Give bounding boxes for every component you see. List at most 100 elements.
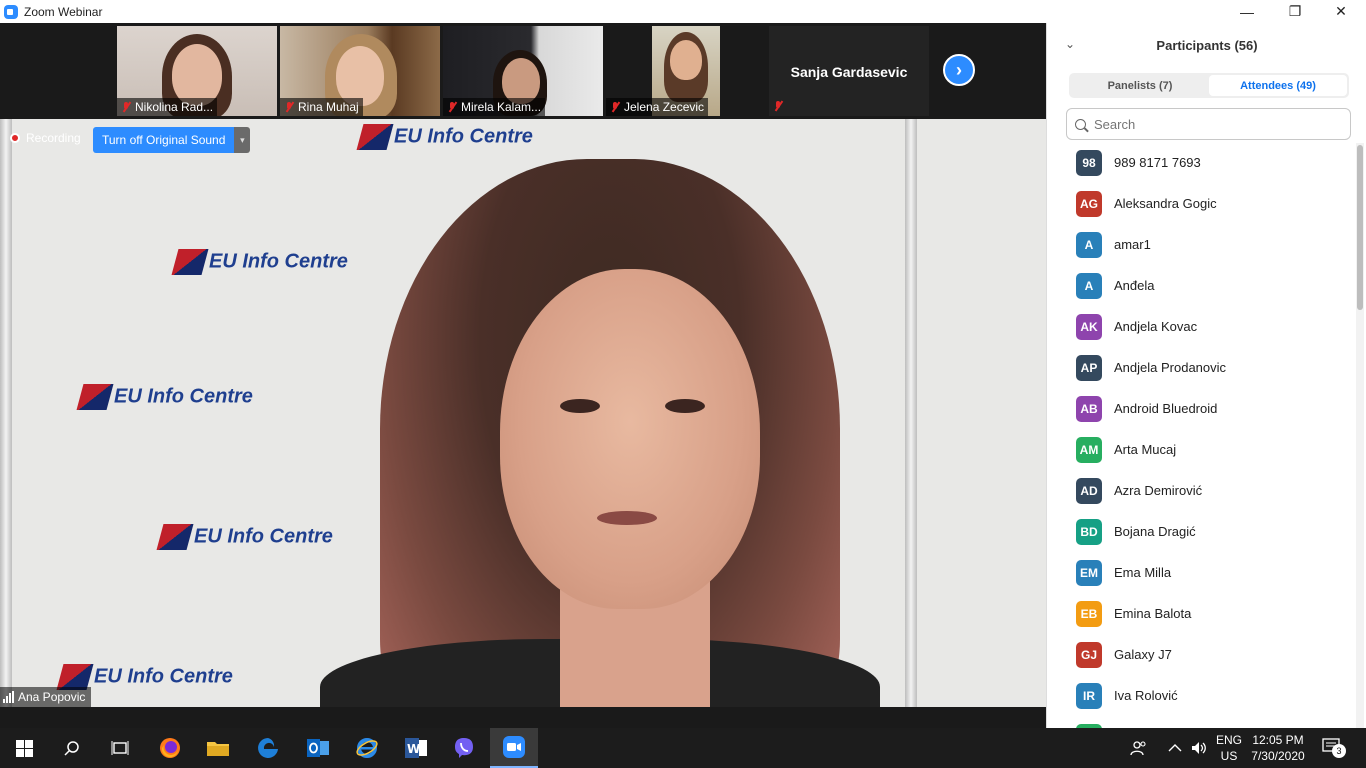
participant-tabs: Panelists (7) Attendees (49)	[1069, 73, 1349, 98]
participant-list-item[interactable]: GJ Galaxy J7	[1047, 634, 1357, 675]
volume-button[interactable]	[1190, 728, 1208, 768]
file-explorer-taskbar-button[interactable]	[194, 728, 242, 768]
participant-name: Emina Balota	[1114, 606, 1192, 621]
participants-panel: ⌄ Participants (56) Panelists (7) Attend…	[1046, 23, 1366, 728]
edge-icon	[258, 738, 278, 758]
participant-name: Aleksandra Gogic	[1114, 196, 1217, 211]
muted-mic-icon	[447, 101, 457, 113]
participant-list-item[interactable]: A Anđela	[1047, 265, 1357, 306]
participant-list-item[interactable]: Aamar1	[1047, 224, 1357, 265]
participant-avatar: GJ	[1076, 641, 1102, 668]
firefox-taskbar-button[interactable]	[146, 728, 194, 768]
caret-down-icon: ▾	[240, 134, 245, 145]
participant-name: Nikolina Rad...	[135, 100, 214, 114]
video-thumbnail[interactable]: Jelena Zecevic	[606, 26, 766, 116]
zoom-taskbar-button[interactable]	[490, 728, 538, 768]
participant-name: 989 8171 7693	[1114, 155, 1201, 170]
zoom-logo-icon	[4, 4, 18, 19]
window-controls: — ❐ ✕	[1046, 0, 1366, 23]
word-icon: W	[405, 738, 427, 758]
firefox-icon	[160, 738, 180, 758]
thumbnail-label: Rina Muhaj	[280, 98, 363, 116]
participant-list-item[interactable]: EM Ema Milla	[1047, 552, 1357, 593]
speaker-volume-icon	[1192, 742, 1206, 754]
windows-taskbar: W ENG US 12:05 PM 7/30/2020 3	[0, 728, 1366, 768]
original-sound-dropdown-button[interactable]: ▾	[234, 127, 251, 153]
start-button[interactable]	[0, 728, 48, 768]
participant-list-item[interactable]: EB Emina Balota	[1047, 593, 1357, 634]
participant-list-item[interactable]: AK Andjela Kovac	[1047, 306, 1357, 347]
scrollbar-thumb[interactable]	[1357, 145, 1363, 310]
participant-name: Rina Muhaj	[298, 100, 359, 114]
close-button[interactable]: ✕	[1318, 0, 1364, 23]
next-page-button[interactable]: ›	[943, 54, 975, 86]
minimize-button[interactable]: —	[1224, 0, 1270, 23]
original-sound-control: Turn off Original Sound ▾	[93, 127, 251, 153]
speaker-eye	[665, 399, 705, 413]
outlook-taskbar-button[interactable]	[294, 728, 342, 768]
video-thumbnail[interactable]: Nikolina Rad...	[117, 26, 277, 116]
participant-list-item[interactable]: AP Andjela Prodanovic	[1047, 347, 1357, 388]
video-thumbnail[interactable]: Rina Muhaj	[280, 26, 440, 116]
people-button[interactable]	[1130, 728, 1148, 768]
participant-list-item[interactable]	[1047, 716, 1357, 728]
collapse-panel-icon[interactable]: ⌄	[1065, 37, 1075, 51]
system-clock[interactable]: 12:05 PM 7/30/2020	[1244, 732, 1312, 764]
participant-list-item[interactable]: AD Azra Demirović	[1047, 470, 1357, 511]
participant-avatar: AB	[1076, 395, 1102, 422]
speaker-face	[500, 269, 760, 609]
turn-off-original-sound-button[interactable]: Turn off Original Sound	[93, 127, 235, 153]
clock-date: 7/30/2020	[1251, 749, 1305, 763]
viber-icon	[455, 738, 473, 758]
svg-text:W: W	[407, 742, 420, 756]
participant-list-item[interactable]: 98 989 8171 7693	[1047, 142, 1357, 183]
participant-search	[1066, 108, 1351, 140]
participant-avatar: 98	[1076, 149, 1102, 176]
zoom-icon	[503, 736, 525, 758]
backdrop-logo: EU Info Centre	[76, 384, 253, 410]
name-only-tile[interactable]: Sanja Gardasevic	[769, 26, 929, 116]
action-center-button[interactable]: 3	[1322, 738, 1346, 758]
video-thumbnail[interactable]: Mirela Kalam...	[443, 26, 603, 116]
windows-logo-icon	[15, 739, 33, 757]
participant-list-item[interactable]: AB Android Bluedroid	[1047, 388, 1357, 429]
clock-time: 12:05 PM	[1252, 733, 1304, 747]
chevron-right-icon: ›	[956, 59, 962, 80]
maximize-button[interactable]: ❐	[1272, 0, 1318, 23]
participant-name: Andjela Kovac	[1114, 319, 1198, 334]
backdrop-logo: EU Info Centre	[171, 249, 348, 275]
participant-avatar: A	[1076, 231, 1102, 258]
participant-avatar: AM	[1076, 436, 1102, 463]
internet-explorer-icon	[356, 738, 378, 758]
participant-name: Mirela Kalam...	[461, 100, 542, 114]
input-language-indicator[interactable]: ENG US	[1214, 732, 1244, 764]
recording-indicator: Recording	[10, 131, 81, 145]
recording-dot-icon	[10, 133, 20, 143]
active-speaker-video: EU Info Centre EU Info Centre EU Info Ce…	[0, 119, 1046, 707]
title-bar: Zoom Webinar	[0, 0, 1046, 23]
search-taskbar-button[interactable]	[48, 728, 96, 768]
participant-name: Azra Demirović	[1114, 483, 1203, 498]
participant-name: Sanja Gardasevic	[790, 64, 908, 80]
edge-taskbar-button[interactable]	[244, 728, 292, 768]
search-input[interactable]	[1094, 116, 1334, 132]
internet-explorer-taskbar-button[interactable]	[343, 728, 391, 768]
participant-list-item[interactable]: AG Aleksandra Gogic	[1047, 183, 1357, 224]
participant-name: Bojana Dragić	[1114, 524, 1196, 539]
viber-taskbar-button[interactable]	[440, 728, 488, 768]
participant-avatar: AK	[1076, 313, 1102, 340]
tab-attendees[interactable]: Attendees (49)	[1209, 75, 1347, 96]
chevron-up-icon	[1168, 744, 1182, 752]
speaker-mouth	[597, 511, 657, 525]
word-taskbar-button[interactable]: W	[392, 728, 440, 768]
participant-list-item[interactable]: IR Iva Rolović	[1047, 675, 1357, 716]
task-view-button[interactable]	[96, 728, 144, 768]
show-hidden-icons-button[interactable]	[1168, 728, 1182, 768]
participant-list-scrollbar[interactable]	[1356, 143, 1364, 728]
backdrop-pole	[0, 119, 12, 707]
speaker-eye	[560, 399, 600, 413]
tab-panelists[interactable]: Panelists (7)	[1071, 75, 1209, 96]
muted-mic-icon	[773, 100, 783, 112]
participant-list-item[interactable]: AM Arta Mucaj	[1047, 429, 1357, 470]
participant-list-item[interactable]: BD Bojana Dragić	[1047, 511, 1357, 552]
